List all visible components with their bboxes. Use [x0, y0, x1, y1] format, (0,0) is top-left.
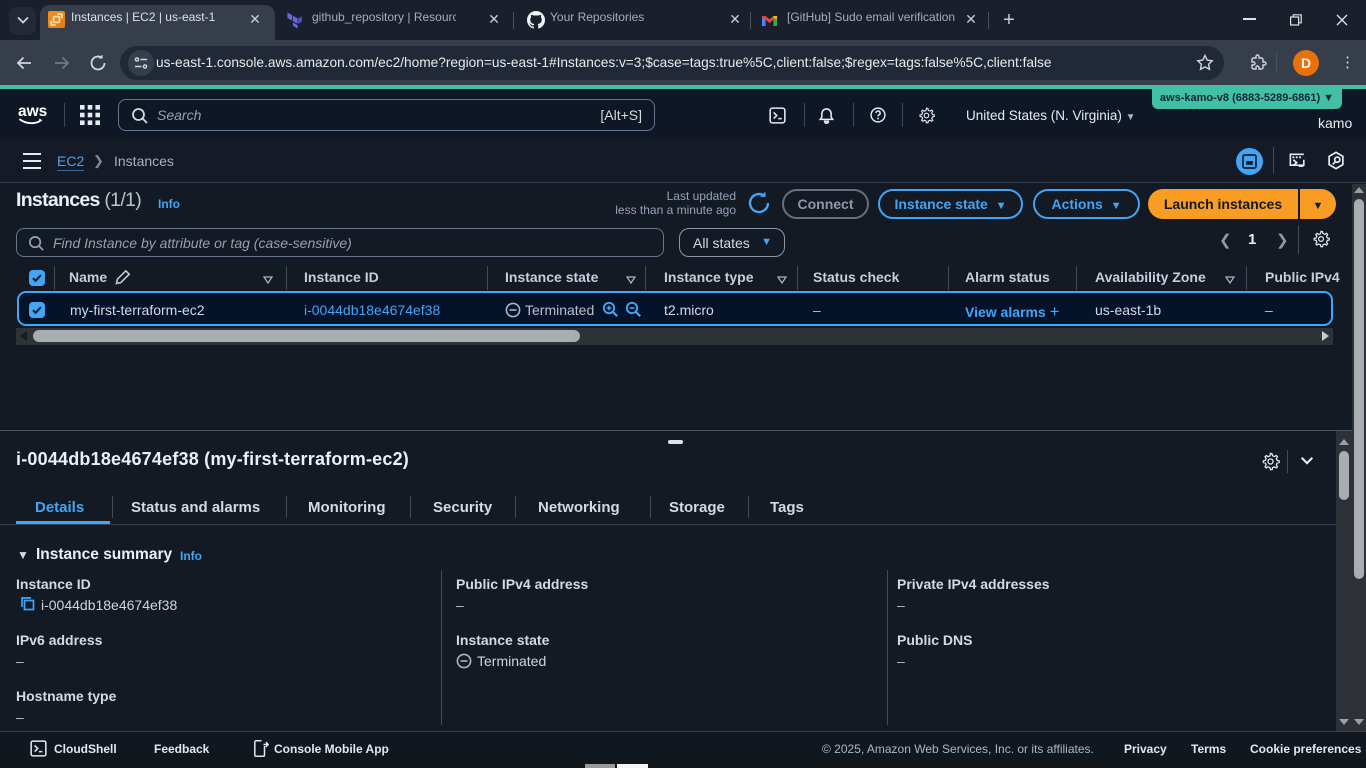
svg-text:aws: aws: [18, 103, 47, 120]
